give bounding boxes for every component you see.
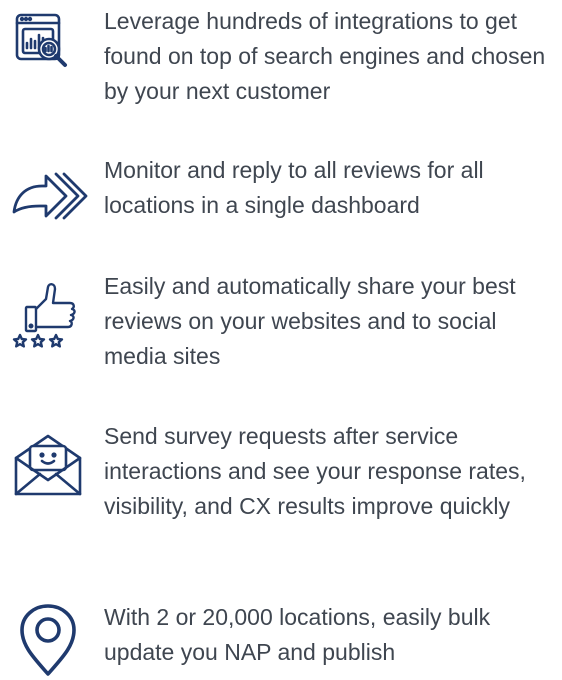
analytics-search-icon	[8, 10, 88, 90]
location-pin-icon	[8, 600, 88, 680]
feature-text: Easily and automatically share your best…	[104, 273, 516, 369]
feature-text: Monitor and reply to all reviews for all…	[104, 157, 484, 218]
feature-text: Leverage hundreds of integrations to get…	[104, 8, 546, 104]
feature-list: Leverage hundreds of integrations to get…	[0, 0, 562, 676]
reply-arrow-icon	[8, 156, 88, 236]
feature-text: With 2 or 20,000 locations, easily bulk …	[104, 604, 491, 665]
feature-text: Send survey requests after service inter…	[104, 423, 526, 519]
survey-envelope-icon	[8, 424, 88, 504]
thumbs-up-stars-icon	[8, 273, 88, 353]
